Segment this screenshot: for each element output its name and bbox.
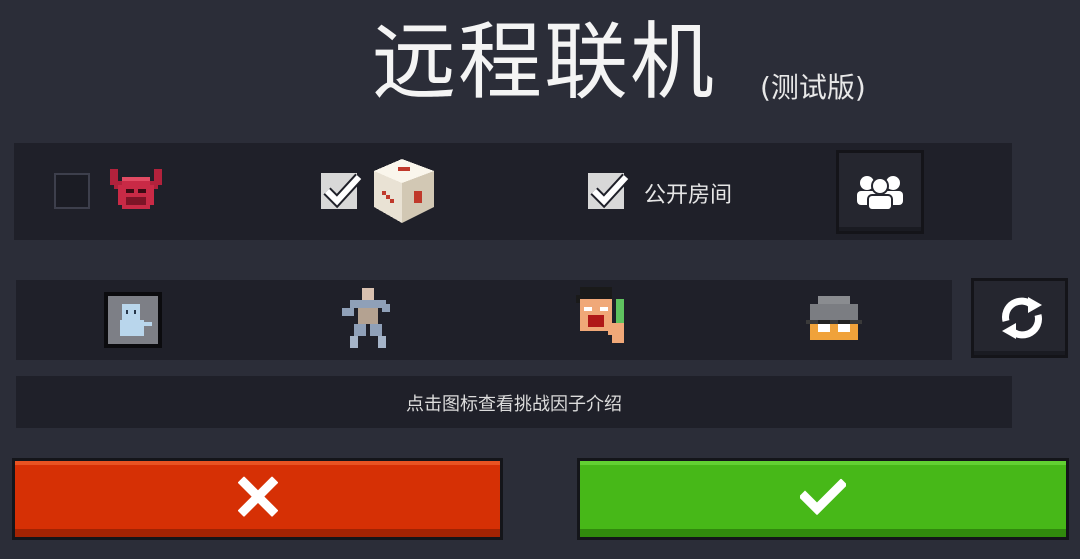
dancing-skeleton-icon[interactable] xyxy=(338,288,394,352)
dice-icon[interactable] xyxy=(370,159,438,223)
page-title: 远程联机 xyxy=(372,13,717,111)
challenge-factors-panel xyxy=(16,280,952,360)
public-room-label: 公开房间 xyxy=(644,183,733,208)
hint-panel: 点击图标查看挑战因子介绍 xyxy=(16,376,1012,428)
screaming-man-knife-icon[interactable] xyxy=(572,286,628,352)
group-icon xyxy=(857,176,903,211)
refresh-icon xyxy=(1002,297,1042,339)
hint-text: 点击图标查看挑战因子介绍 xyxy=(406,394,622,415)
ghost-portrait-icon[interactable] xyxy=(104,292,162,348)
players-button[interactable] xyxy=(836,150,924,234)
check-icon xyxy=(800,478,846,515)
public-room-checkbox[interactable] xyxy=(588,173,630,209)
boss-mode-checkbox[interactable] xyxy=(54,173,90,209)
refresh-button[interactable] xyxy=(971,278,1068,358)
confirm-button[interactable] xyxy=(577,458,1069,540)
beta-label: (测试版) xyxy=(760,71,866,104)
x-icon xyxy=(237,476,278,517)
demon-helmet-icon[interactable] xyxy=(110,165,162,217)
cancel-button[interactable] xyxy=(12,458,503,540)
glasses-helmet-icon[interactable] xyxy=(806,296,862,344)
options-panel: 公开房间 xyxy=(14,143,1012,240)
random-mode-checkbox[interactable] xyxy=(321,173,363,209)
